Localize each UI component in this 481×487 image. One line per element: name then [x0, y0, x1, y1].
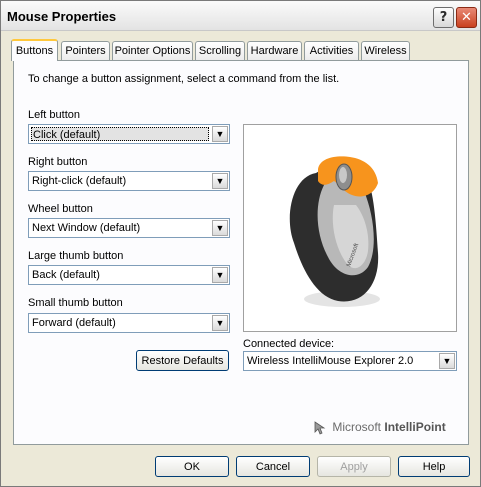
tab-activities[interactable]: Activities	[304, 41, 359, 60]
right-button-value: Right-click (default)	[32, 175, 127, 187]
wheel-button-select[interactable]: Next Window (default) ▼	[28, 218, 230, 238]
intellipoint-branding: Microsoft IntelliPoint	[314, 420, 446, 435]
apply-label: Apply	[340, 460, 368, 473]
tab-label: Pointer Options	[114, 45, 191, 57]
large-thumb-button-value: Back (default)	[32, 269, 100, 281]
tab-label: Buttons	[15, 45, 54, 57]
tab-wireless[interactable]: Wireless	[361, 41, 410, 60]
brand-product: IntelliPoint	[384, 420, 446, 434]
right-button-label: Right button	[28, 156, 88, 168]
right-button-select[interactable]: Right-click (default) ▼	[28, 171, 230, 191]
buttons-tab-panel: To change a button assignment, select a …	[13, 60, 469, 445]
tab-label: Wireless	[364, 45, 407, 57]
tab-label: Activities	[309, 45, 354, 57]
mouse-image-box: Microsoft	[243, 124, 457, 332]
wheel-button-label: Wheel button	[28, 203, 93, 215]
chevron-down-icon[interactable]: ▼	[212, 315, 228, 331]
ok-label: OK	[184, 460, 200, 473]
scroll-wheel-highlight	[339, 167, 347, 183]
instruction-text: To change a button assignment, select a …	[28, 73, 340, 85]
large-thumb-button-label: Large thumb button	[28, 250, 124, 262]
chevron-down-icon[interactable]: ▼	[439, 353, 455, 369]
ok-button[interactable]: OK	[155, 456, 229, 477]
tab-pointers[interactable]: Pointers	[61, 41, 110, 60]
window-title: Mouse Properties	[7, 9, 117, 24]
mouse-properties-window: Mouse Properties ? ✕ Buttons Pointers Po…	[0, 0, 481, 487]
cancel-label: Cancel	[255, 460, 291, 473]
tab-buttons[interactable]: Buttons	[11, 39, 58, 61]
large-thumb-button-select[interactable]: Back (default) ▼	[28, 265, 230, 285]
left-button-value: Click (default)	[31, 127, 209, 141]
restore-defaults-button[interactable]: Restore Defaults	[136, 350, 229, 371]
apply-button[interactable]: Apply	[317, 456, 391, 477]
connected-device-select[interactable]: Wireless IntelliMouse Explorer 2.0 ▼	[243, 351, 457, 371]
wheel-button-value: Next Window (default)	[32, 222, 141, 234]
title-bar[interactable]: Mouse Properties ? ✕	[1, 1, 480, 31]
close-title-button[interactable]: ✕	[456, 7, 477, 28]
chevron-down-icon[interactable]: ▼	[212, 220, 228, 236]
small-thumb-button-select[interactable]: Forward (default) ▼	[28, 313, 230, 333]
tab-hardware[interactable]: Hardware	[247, 41, 302, 60]
help-title-button[interactable]: ?	[433, 7, 454, 28]
left-button-label: Left button	[28, 109, 80, 121]
chevron-down-icon[interactable]: ▼	[212, 267, 228, 283]
tab-label: Pointers	[65, 45, 106, 57]
tab-label: Hardware	[250, 45, 299, 57]
left-button-select[interactable]: Click (default) ▼	[28, 124, 230, 144]
restore-defaults-label: Restore Defaults	[141, 354, 224, 367]
help-label: Help	[422, 460, 446, 473]
chevron-down-icon[interactable]: ▼	[212, 126, 228, 142]
help-button[interactable]: Help	[398, 456, 470, 477]
chevron-down-icon[interactable]: ▼	[212, 173, 228, 189]
connected-device-value: Wireless IntelliMouse Explorer 2.0	[247, 355, 414, 367]
cancel-button[interactable]: Cancel	[236, 456, 310, 477]
connected-device-label: Connected device:	[243, 338, 335, 350]
tab-label: Scrolling	[198, 45, 242, 57]
question-mark-icon: ?	[439, 10, 448, 25]
wireless-mouse-illustration: Microsoft	[289, 156, 380, 307]
small-thumb-button-value: Forward (default)	[32, 317, 116, 329]
tab-scrolling[interactable]: Scrolling	[195, 41, 245, 60]
brand-company: Microsoft	[332, 420, 382, 434]
tab-pointer-options[interactable]: Pointer Options	[112, 41, 193, 60]
mouse-cursor-icon	[314, 421, 326, 435]
close-icon: ✕	[461, 10, 472, 25]
small-thumb-button-label: Small thumb button	[28, 297, 123, 309]
